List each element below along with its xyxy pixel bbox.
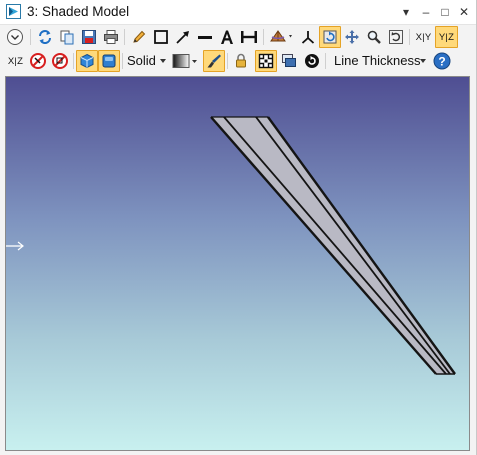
fit-view-button[interactable]: [255, 50, 277, 72]
help-icon: ?: [433, 52, 451, 70]
title-bar: 3: Shaded Model ▾ – □ ✕: [0, 0, 476, 25]
view-xy-button[interactable]: X|Y: [412, 26, 435, 48]
layers-icon: [282, 54, 296, 67]
toolbar-separator: [325, 53, 326, 69]
layers-button[interactable]: [278, 50, 300, 72]
copy-icon: [60, 30, 74, 45]
shaded-mode-button[interactable]: [76, 50, 98, 72]
clear-all-button[interactable]: [49, 50, 71, 72]
arrow-icon: [176, 31, 189, 44]
view-xy-label: X|Y: [415, 31, 432, 43]
view-options-button[interactable]: [4, 26, 26, 48]
print-icon: [104, 30, 118, 44]
rotate-view-icon: [323, 30, 337, 44]
shaded-model-canvas: [6, 116, 456, 375]
window-menu-button[interactable]: ▾: [397, 2, 415, 22]
brush-icon: [207, 54, 221, 68]
axes-icon: [301, 31, 315, 44]
shaded-cube-icon: [80, 53, 94, 69]
rectangle-button[interactable]: [150, 26, 172, 48]
clear-all-icon: [52, 53, 68, 69]
clear-annotations-button[interactable]: [27, 50, 49, 72]
shaded-model-window: 3: Shaded Model ▾ – □ ✕ X|Y Y|Z X|Z Soli…: [0, 0, 477, 455]
axes-button[interactable]: [297, 26, 319, 48]
toolbar-separator: [263, 29, 264, 45]
render-mode-dropdown[interactable]: Solid: [127, 53, 156, 69]
pan-button[interactable]: [341, 26, 363, 48]
help-glyph: ?: [438, 55, 445, 69]
dimension-icon: [241, 31, 257, 43]
line-button[interactable]: [194, 26, 216, 48]
toolbar-separator: [122, 53, 123, 69]
refresh-button[interactable]: [34, 26, 56, 48]
solid-box-button[interactable]: [98, 50, 120, 72]
clear-annotations-icon: [30, 53, 46, 69]
maximize-button[interactable]: □: [436, 2, 454, 22]
rotate-axes-icon: [270, 30, 292, 42]
rectangle-icon: [154, 30, 168, 44]
chevron-down-icon: [160, 59, 166, 63]
fit-view-icon: [258, 53, 274, 69]
copy-button[interactable]: [56, 26, 78, 48]
view-options-icon: [7, 29, 23, 45]
help-button[interactable]: ?: [431, 50, 453, 72]
axis-marker-icon: [6, 241, 24, 251]
close-button[interactable]: ✕: [455, 2, 473, 22]
text-button[interactable]: [216, 26, 238, 48]
view-xz-label: X|Z: [7, 55, 24, 67]
chevron-down-icon: [420, 59, 426, 63]
lock-button[interactable]: [230, 50, 252, 72]
brush-button[interactable]: [203, 50, 225, 72]
window-title: 3: Shaded Model: [27, 4, 130, 19]
text-icon: [221, 30, 233, 44]
toolbar-separator: [30, 29, 31, 45]
app-icon: [6, 4, 21, 19]
zoom-button[interactable]: [363, 26, 385, 48]
reset-view-icon: [389, 30, 403, 44]
line-thickness-dropdown[interactable]: Line Thickness: [334, 53, 420, 69]
minimize-button[interactable]: –: [417, 2, 435, 22]
line-icon: [198, 36, 212, 39]
zoom-icon: [367, 30, 381, 44]
toolbar-top: X|Y Y|Z: [0, 25, 476, 49]
toolbar-separator: [124, 29, 125, 45]
toolbar-bottom: X|Z Solid Line Thickness ?: [0, 49, 476, 73]
arrow-button[interactable]: [172, 26, 194, 48]
view-yz-label: Y|Z: [438, 31, 455, 43]
save-icon: [82, 30, 96, 44]
pan-icon: [345, 30, 359, 44]
lock-icon: [236, 53, 246, 68]
toolbar-separator: [227, 53, 228, 69]
dimension-button[interactable]: [238, 26, 260, 48]
view-yz-button[interactable]: Y|Z: [435, 26, 458, 48]
rotate-view-button[interactable]: [319, 26, 341, 48]
refresh-icon: [39, 30, 51, 44]
save-button[interactable]: [78, 26, 100, 48]
pencil-icon: [133, 30, 146, 43]
gradient-dropdown[interactable]: [171, 50, 201, 72]
rotate-axes-dropdown[interactable]: [267, 26, 297, 48]
solid-box-icon: [102, 54, 116, 68]
toolbar-separator: [409, 29, 410, 45]
pencil-button[interactable]: [128, 26, 150, 48]
print-button[interactable]: [100, 26, 122, 48]
recenter-icon: [305, 54, 319, 68]
shaded-model: [210, 116, 456, 375]
recenter-button[interactable]: [301, 50, 323, 72]
view-xz-button[interactable]: X|Z: [4, 50, 27, 72]
reset-view-button[interactable]: [385, 26, 407, 48]
gradient-icon: [172, 54, 197, 68]
model-viewport[interactable]: [5, 76, 470, 451]
toolbar-separator: [73, 53, 74, 69]
